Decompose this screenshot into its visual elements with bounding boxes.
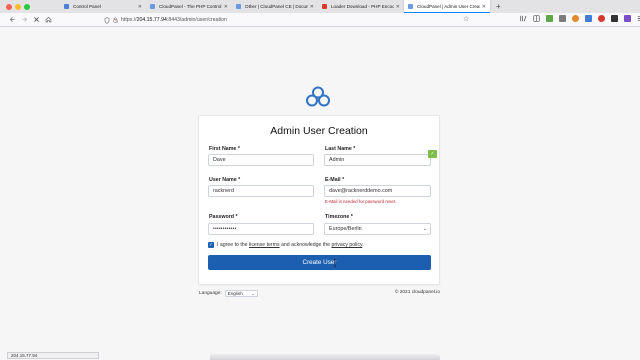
browser-tab[interactable]: CloudPanel - The PHP Control Pa ✕ xyxy=(146,0,232,13)
close-window-button[interactable] xyxy=(6,3,12,10)
browser-tab-active[interactable]: CloudPanel | Admin User Creatio ✕ xyxy=(404,0,490,13)
cloudpanel-logo-icon xyxy=(306,86,330,107)
license-terms-link[interactable]: license terms xyxy=(249,242,280,248)
email-field[interactable]: dave@racknerddemo.com xyxy=(324,185,431,197)
first-name-field[interactable]: Dave xyxy=(208,154,314,166)
extension-orange-icon[interactable] xyxy=(572,15,579,22)
browser-tab[interactable]: Control Panel ✕ xyxy=(60,0,146,13)
tab-title: CloudPanel | Admin User Creatio xyxy=(417,4,480,9)
password-value: •••••••••••• xyxy=(213,226,237,232)
extension-blue-icon[interactable] xyxy=(585,15,592,22)
back-arrow-icon[interactable] xyxy=(6,14,18,26)
timezone-value: Europe/Berlin xyxy=(329,226,362,232)
shield-icon[interactable] xyxy=(104,16,110,24)
reader-icon[interactable] xyxy=(533,15,540,22)
toolbar-extensions xyxy=(520,15,640,22)
chevron-down-icon: ⌄ xyxy=(422,226,427,232)
tab-title: Loader Download - PHP Encoder xyxy=(331,4,394,9)
url-path: :8443/admin/user/creation xyxy=(166,17,227,23)
extension-dark-icon[interactable] xyxy=(611,15,618,22)
tab-title: CloudPanel - The PHP Control Pa xyxy=(159,4,222,9)
home-icon[interactable] xyxy=(42,14,54,26)
last-name-field[interactable]: Admin xyxy=(324,154,431,166)
user-name-label: User Name * xyxy=(209,177,241,183)
last-name-value: Admin xyxy=(329,157,345,163)
url-host: 204.15.77.94 xyxy=(136,17,167,23)
window-controls xyxy=(0,0,36,13)
create-user-button[interactable]: Create User xyxy=(208,255,431,270)
first-name-label: First Name * xyxy=(209,146,240,152)
email-value: dave@racknerddemo.com xyxy=(329,188,393,194)
address-bar[interactable]: https://204.15.77.94:8443/admin/user/cre… xyxy=(104,15,474,25)
extension-purple-icon[interactable] xyxy=(624,15,631,22)
tab-close-icon[interactable]: ✕ xyxy=(138,4,142,10)
bookmark-star-icon[interactable]: ☆ xyxy=(463,15,469,23)
tab-favicon-icon xyxy=(322,4,327,9)
agree-checkbox[interactable]: ✓ xyxy=(208,242,214,248)
bottom-overlay xyxy=(210,354,440,360)
checkmark-icon: ✓ xyxy=(209,242,213,247)
browser-nav-bar: https://204.15.77.94:8443/admin/user/cre… xyxy=(0,13,640,27)
tab-favicon-icon xyxy=(64,4,69,9)
agree-text: I agree to the license terms and acknowl… xyxy=(217,242,364,248)
tab-title: Other | CloudPanel CE | Documen xyxy=(245,4,308,9)
new-tab-button[interactable]: + xyxy=(490,0,507,13)
password-field[interactable]: •••••••••••• xyxy=(208,223,314,235)
extension-grid-icon[interactable] xyxy=(559,15,566,22)
tab-close-icon[interactable]: ✕ xyxy=(310,4,314,10)
extension-green-icon[interactable] xyxy=(546,15,553,22)
browser-tab-bar: Control Panel ✕ CloudPanel - The PHP Con… xyxy=(0,0,640,13)
last-name-label: Last Name * xyxy=(325,146,356,152)
chevron-down-icon: ⌄ xyxy=(251,291,255,296)
tab-favicon-icon xyxy=(150,4,155,9)
language-select[interactable]: English ⌄ xyxy=(224,290,258,297)
language-selector: Language: English ⌄ xyxy=(199,290,258,297)
minimize-window-button[interactable] xyxy=(15,3,21,10)
language-value: English xyxy=(227,291,243,296)
tab-title: Control Panel xyxy=(73,4,101,9)
timezone-label: Timezone * xyxy=(325,214,353,220)
language-label: Language: xyxy=(199,291,222,296)
maximize-window-button[interactable] xyxy=(24,3,30,10)
first-name-value: Dave xyxy=(213,157,226,163)
library-icon[interactable] xyxy=(520,15,527,22)
page-title: Admin User Creation xyxy=(270,125,368,137)
tab-close-icon[interactable]: ✕ xyxy=(482,4,486,10)
url-prefix: https:// xyxy=(121,17,137,23)
agree-prefix: I agree to the xyxy=(217,242,250,248)
forward-arrow-icon[interactable] xyxy=(18,14,30,26)
tab-favicon-icon xyxy=(236,4,241,9)
timezone-select[interactable]: Europe/Berlin ⌄ xyxy=(324,223,431,235)
privacy-policy-link[interactable]: privacy policy xyxy=(332,242,363,248)
password-manager-badge-icon[interactable]: ✓ xyxy=(428,150,437,158)
email-hint: E-Mail is needed for password reset. xyxy=(325,199,397,204)
browser-tab[interactable]: Loader Download - PHP Encoder ✕ xyxy=(318,0,404,13)
copyright-text: © 2021 cloudpanel.io xyxy=(394,290,440,295)
agree-suffix: . xyxy=(362,242,364,248)
tab-favicon-icon xyxy=(408,4,413,9)
tab-close-icon[interactable]: ✕ xyxy=(396,4,400,10)
user-name-value: racknerd xyxy=(213,188,234,194)
user-name-field[interactable]: racknerd xyxy=(208,185,314,197)
lock-icon[interactable] xyxy=(113,17,118,23)
agree-middle: and acknowledge the xyxy=(279,242,332,248)
browser-tab[interactable]: Other | CloudPanel CE | Documen ✕ xyxy=(232,0,318,13)
extension-red-icon[interactable] xyxy=(598,15,605,22)
email-label: E-Mail * xyxy=(325,177,345,183)
status-url-bar: 204.15.77.94 xyxy=(7,352,99,359)
password-label: Password * xyxy=(209,214,238,220)
tab-close-icon[interactable]: ✕ xyxy=(224,4,228,10)
stop-loading-icon[interactable] xyxy=(30,14,42,26)
text-cursor-icon xyxy=(333,259,337,267)
